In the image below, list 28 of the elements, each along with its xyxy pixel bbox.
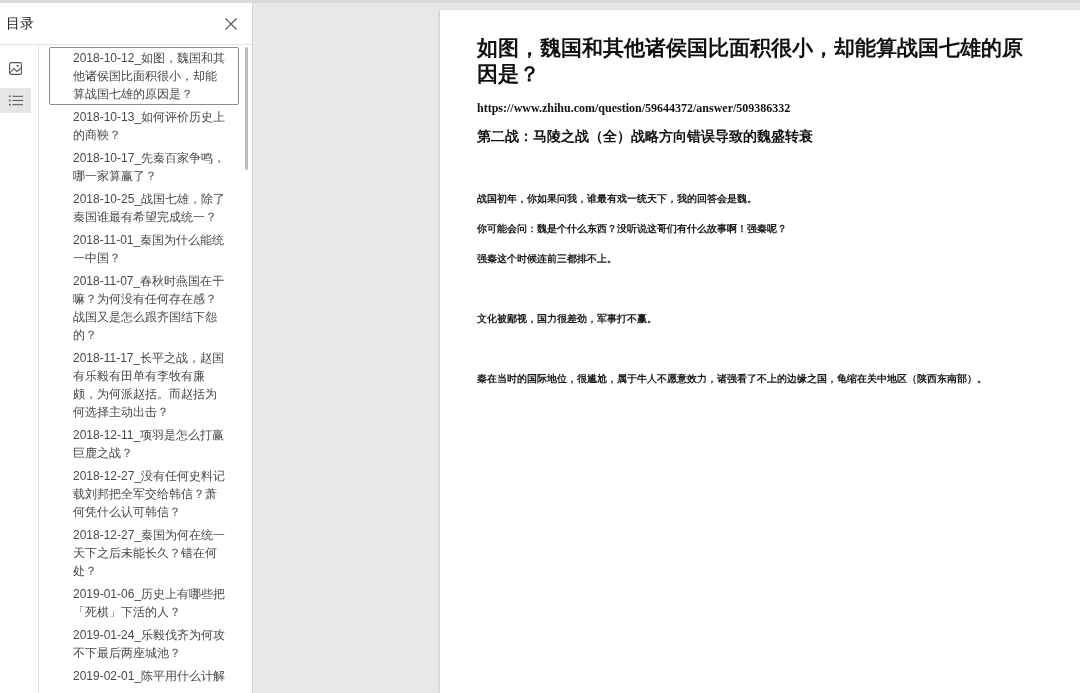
paragraph: 强秦这个时候连前三都排不上。 — [477, 252, 618, 266]
close-button[interactable] — [224, 16, 238, 31]
outline-item[interactable]: 2018-10-25_战国七雄，除了秦国谁最有希望完成统一？ — [49, 188, 239, 228]
outline-item[interactable]: 2018-11-17_长平之战，赵国有乐毅有田单有李牧有廉颇，为何派赵括。而赵括为何选择主动出击？ — [49, 347, 239, 423]
section-heading: 第二战：马陵之战（全）战略方向错误导致的魏盛转衰 — [477, 128, 814, 146]
url-text: https://www.zhihu.com/question/59644372/answer/509386332 — [477, 100, 792, 116]
outline-item[interactable]: 2018-11-01_秦国为什么能统一中国？ — [49, 229, 239, 269]
outline-item[interactable]: 2018-12-27_秦国为何在统一天下之后未能长久？错在何处？ — [49, 524, 239, 582]
list-tab[interactable] — [0, 88, 31, 113]
paragraph: 战国初年，你如果问我，谁最有戏一统天下，我的回答会是魏。 — [477, 192, 758, 206]
close-icon — [225, 17, 237, 30]
outline-item[interactable]: 2018-12-11_项羽是怎么打赢巨鹿之战？ — [49, 424, 239, 464]
outline-item[interactable]: 2019-01-06_历史上有哪些把「死棋」下活的人？ — [49, 583, 239, 623]
paragraph: 你可能会问：魏是个什么东西？没听说这哥们有什么故事啊！强秦呢？ — [477, 222, 788, 236]
image-icon — [9, 62, 22, 75]
outline-item[interactable]: 2018-10-17_先秦百家争鸣，哪一家算赢了？ — [49, 147, 239, 187]
outline-item[interactable]: 2019-01-24_乐毅伐齐为何攻不下最后两座城池？ — [49, 624, 239, 664]
list-icon — [8, 95, 23, 106]
outline-item[interactable]: 2018-10-12_如图，魏国和其他诸侯国比面积很小，却能算战国七雄的原因是？ — [49, 47, 239, 105]
scrollbar-thumb[interactable] — [245, 47, 248, 170]
paragraph: 秦在当时的国际地位，很尴尬，属于牛人不愿意效力，诸强看了不上的边缘之国，龟缩在关中地区（陕西东南部）。 — [477, 372, 988, 386]
document-title: 如图，魏国和其他诸侯国比面积很小，却能算战国七雄的原因是？ — [477, 35, 1024, 87]
outline-item[interactable]: 2019-02-01_陈平用什么计解 — [49, 665, 239, 687]
panel-title: 目录 — [6, 14, 34, 33]
outline-item[interactable]: 2018-12-27_没有任何史料记载刘邦把全军交给韩信？萧何凭什么认可韩信？ — [49, 465, 239, 523]
outline-item[interactable]: 2018-11-07_春秋时燕国在干嘛？为何没有任何存在感？战国又是怎么跟齐国结下怨的？ — [49, 270, 239, 346]
paragraph: 文化被鄙视，国力很差劲，军事打不赢。 — [477, 312, 658, 326]
outline-item[interactable]: 2018-10-13_如何评价历史上的商鞅？ — [49, 106, 239, 146]
